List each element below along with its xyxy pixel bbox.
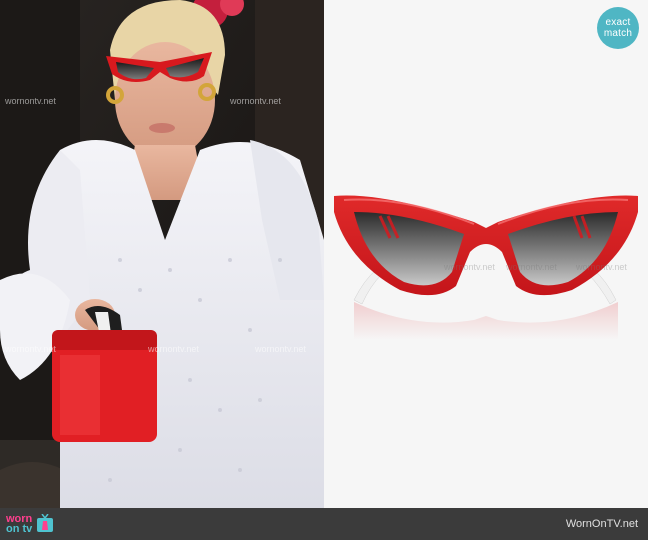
image-canvas: wornontv.net wornontv.net wornontv.net w… (0, 0, 648, 508)
exact-match-badge: exact match (597, 7, 639, 49)
badge-line-2: match (603, 28, 633, 39)
sunglasses-product-image (324, 0, 648, 508)
site-url[interactable]: WornOnTV.net (566, 518, 638, 530)
badge-line-1: exact (605, 17, 631, 28)
photo-panel: wornontv.net wornontv.net wornontv.net w… (0, 0, 324, 508)
brand-ontv-text: on tv (6, 523, 33, 535)
product-panel: wornontv.net wornontv.net wornontv.net (324, 0, 648, 508)
tv-dress-icon (37, 514, 54, 532)
person-photo (0, 0, 324, 508)
brand-logo[interactable]: worn on tv (6, 514, 54, 535)
footer-bar: worn on tv WornOnTV.net (0, 508, 648, 540)
